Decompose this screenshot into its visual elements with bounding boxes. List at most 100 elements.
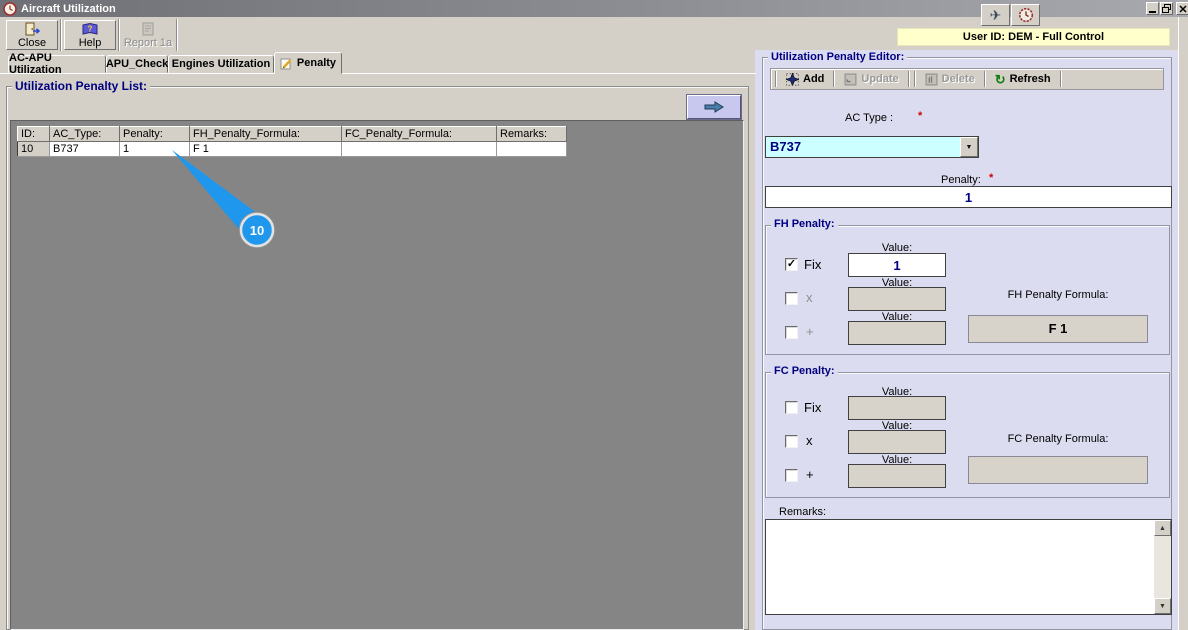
delete-button[interactable]: Delete bbox=[918, 70, 982, 88]
scroll-up-button[interactable]: ▲ bbox=[1154, 520, 1171, 536]
fc-x-checkbox[interactable] bbox=[785, 435, 798, 448]
note-pencil-icon bbox=[280, 58, 292, 69]
fh-x-checkbox[interactable] bbox=[785, 292, 798, 305]
toolbar-separator bbox=[176, 19, 178, 51]
penalty-input[interactable] bbox=[765, 186, 1172, 208]
fh-plus-checkbox[interactable] bbox=[785, 326, 798, 339]
app-clock-icon bbox=[3, 1, 17, 16]
door-exit-icon bbox=[25, 22, 40, 35]
remarks-box: ▲ ▼ bbox=[765, 519, 1172, 615]
app-window: Aircraft Utilization ✈ Close ? Help Repo… bbox=[0, 0, 1188, 630]
add-button[interactable]: Add bbox=[779, 70, 831, 88]
toolbar-separator bbox=[833, 71, 836, 87]
delete-icon bbox=[925, 73, 938, 85]
fh-fix-checkbox[interactable]: ✓ bbox=[785, 258, 798, 271]
window-title: Aircraft Utilization bbox=[21, 2, 116, 15]
user-id-bar: User ID: DEM - Full Control bbox=[897, 28, 1170, 46]
airplane-icon: ✈ bbox=[989, 6, 1002, 23]
window-close-button[interactable] bbox=[1176, 2, 1188, 15]
fh-plus-value-input[interactable] bbox=[848, 321, 946, 345]
fc-formula-label: FC Penalty Formula: bbox=[1007, 433, 1109, 445]
scroll-down-button[interactable]: ▼ bbox=[1154, 598, 1171, 614]
tab-label: APU_Check bbox=[105, 58, 169, 70]
arrow-down-icon: ▼ bbox=[1159, 602, 1166, 610]
toolbar-separator bbox=[60, 19, 62, 51]
clock-icon bbox=[1018, 7, 1033, 23]
fc-formula-value bbox=[968, 456, 1148, 484]
minimize-icon bbox=[1149, 10, 1156, 13]
fc-fix-label: Fix bbox=[804, 400, 822, 415]
refresh-button-label: Refresh bbox=[1009, 73, 1051, 85]
update-icon bbox=[844, 73, 857, 85]
restore-button[interactable] bbox=[1160, 2, 1173, 15]
toolbar-separator bbox=[775, 71, 777, 87]
toolbar-separator bbox=[913, 71, 916, 87]
chevron-down-icon: ▼ bbox=[965, 143, 973, 151]
close-button[interactable]: Close bbox=[6, 20, 58, 50]
report-1a-label: Report 1a bbox=[123, 36, 173, 49]
fc-fix-value-input[interactable] bbox=[848, 396, 946, 420]
help-button-label: Help bbox=[78, 36, 102, 49]
refresh-icon: ↻ bbox=[994, 71, 1006, 87]
remarks-label: Remarks: bbox=[779, 506, 827, 518]
svg-text:?: ? bbox=[88, 24, 93, 33]
tab-engines-utilization[interactable]: Engines Utilization bbox=[168, 55, 274, 73]
restore-icon bbox=[1162, 4, 1171, 13]
remarks-textarea[interactable] bbox=[766, 520, 1154, 614]
fh-x-value-input[interactable] bbox=[848, 287, 946, 311]
tab-label: Penalty bbox=[296, 57, 337, 69]
callout-number: 10 bbox=[250, 223, 264, 238]
fh-penalty-title: FH Penalty: bbox=[771, 218, 838, 230]
toolbar-separator bbox=[983, 71, 986, 87]
fh-formula-label: FH Penalty Formula: bbox=[1007, 289, 1109, 301]
delete-button-label: Delete bbox=[941, 73, 975, 85]
remarks-scrollbar[interactable]: ▲ ▼ bbox=[1154, 520, 1171, 614]
fh-x-label: x bbox=[806, 290, 813, 305]
ac-type-dropdown[interactable]: B737 ▼ bbox=[765, 136, 979, 158]
fh-fix-label: Fix bbox=[804, 257, 822, 272]
fc-penalty-title: FC Penalty: bbox=[771, 365, 838, 377]
refresh-button[interactable]: ↻ Refresh bbox=[988, 70, 1058, 88]
arrow-up-icon: ▲ bbox=[1159, 524, 1166, 532]
tab-penalty[interactable]: Penalty bbox=[274, 52, 342, 74]
ac-type-required-mark: * bbox=[918, 110, 923, 122]
fc-fix-checkbox[interactable] bbox=[785, 401, 798, 414]
ac-type-label: AC Type : bbox=[845, 112, 894, 124]
tab-ac-apu-utilization[interactable]: AC-APU Utilization bbox=[8, 52, 106, 76]
ac-type-value: B737 bbox=[770, 139, 802, 154]
right-arrow-icon bbox=[704, 101, 724, 113]
minimize-button[interactable] bbox=[1146, 2, 1159, 15]
update-button[interactable]: Update bbox=[837, 70, 905, 88]
utilization-clock-button[interactable] bbox=[1011, 4, 1040, 26]
tab-label: Engines Utilization bbox=[171, 58, 271, 70]
callout-annotation: 10 bbox=[172, 150, 276, 249]
help-button[interactable]: ? Help bbox=[64, 20, 116, 50]
report-1a-button[interactable]: Report 1a bbox=[122, 20, 174, 50]
fh-fix-value-input[interactable] bbox=[848, 253, 946, 277]
add-icon bbox=[786, 72, 799, 86]
move-to-editor-button[interactable] bbox=[686, 94, 742, 120]
window-right-edge bbox=[1178, 17, 1188, 630]
fc-x-value-input[interactable] bbox=[848, 430, 946, 454]
toolbar-separator bbox=[1059, 71, 1062, 87]
add-button-label: Add bbox=[803, 73, 825, 85]
ac-type-dropdown-button[interactable]: ▼ bbox=[960, 137, 978, 157]
update-button-label: Update bbox=[861, 73, 899, 85]
fc-plus-label: + bbox=[806, 467, 814, 482]
fh-formula-value: F 1 bbox=[968, 315, 1148, 343]
tab-label: AC-APU Utilization bbox=[9, 52, 62, 76]
penalty-required-mark: * bbox=[989, 172, 994, 184]
penalty-label: Penalty: bbox=[941, 174, 981, 186]
fc-plus-value-input[interactable] bbox=[848, 464, 946, 488]
editor-toolbar: Add Update Delete ↻ Refresh bbox=[770, 68, 1164, 90]
fc-x-label: x bbox=[806, 433, 813, 448]
checkmark-icon: ✓ bbox=[786, 257, 797, 270]
editor-title: Utilization Penalty Editor: bbox=[768, 51, 908, 63]
fh-plus-label: + bbox=[806, 324, 814, 339]
tab-apu-check[interactable]: APU_Check bbox=[106, 55, 168, 73]
fc-plus-checkbox[interactable] bbox=[785, 469, 798, 482]
help-book-icon: ? bbox=[82, 22, 98, 35]
tab-strip-line bbox=[0, 73, 756, 74]
close-button-label: Close bbox=[17, 36, 47, 49]
aircraft-button[interactable]: ✈ bbox=[981, 4, 1010, 26]
